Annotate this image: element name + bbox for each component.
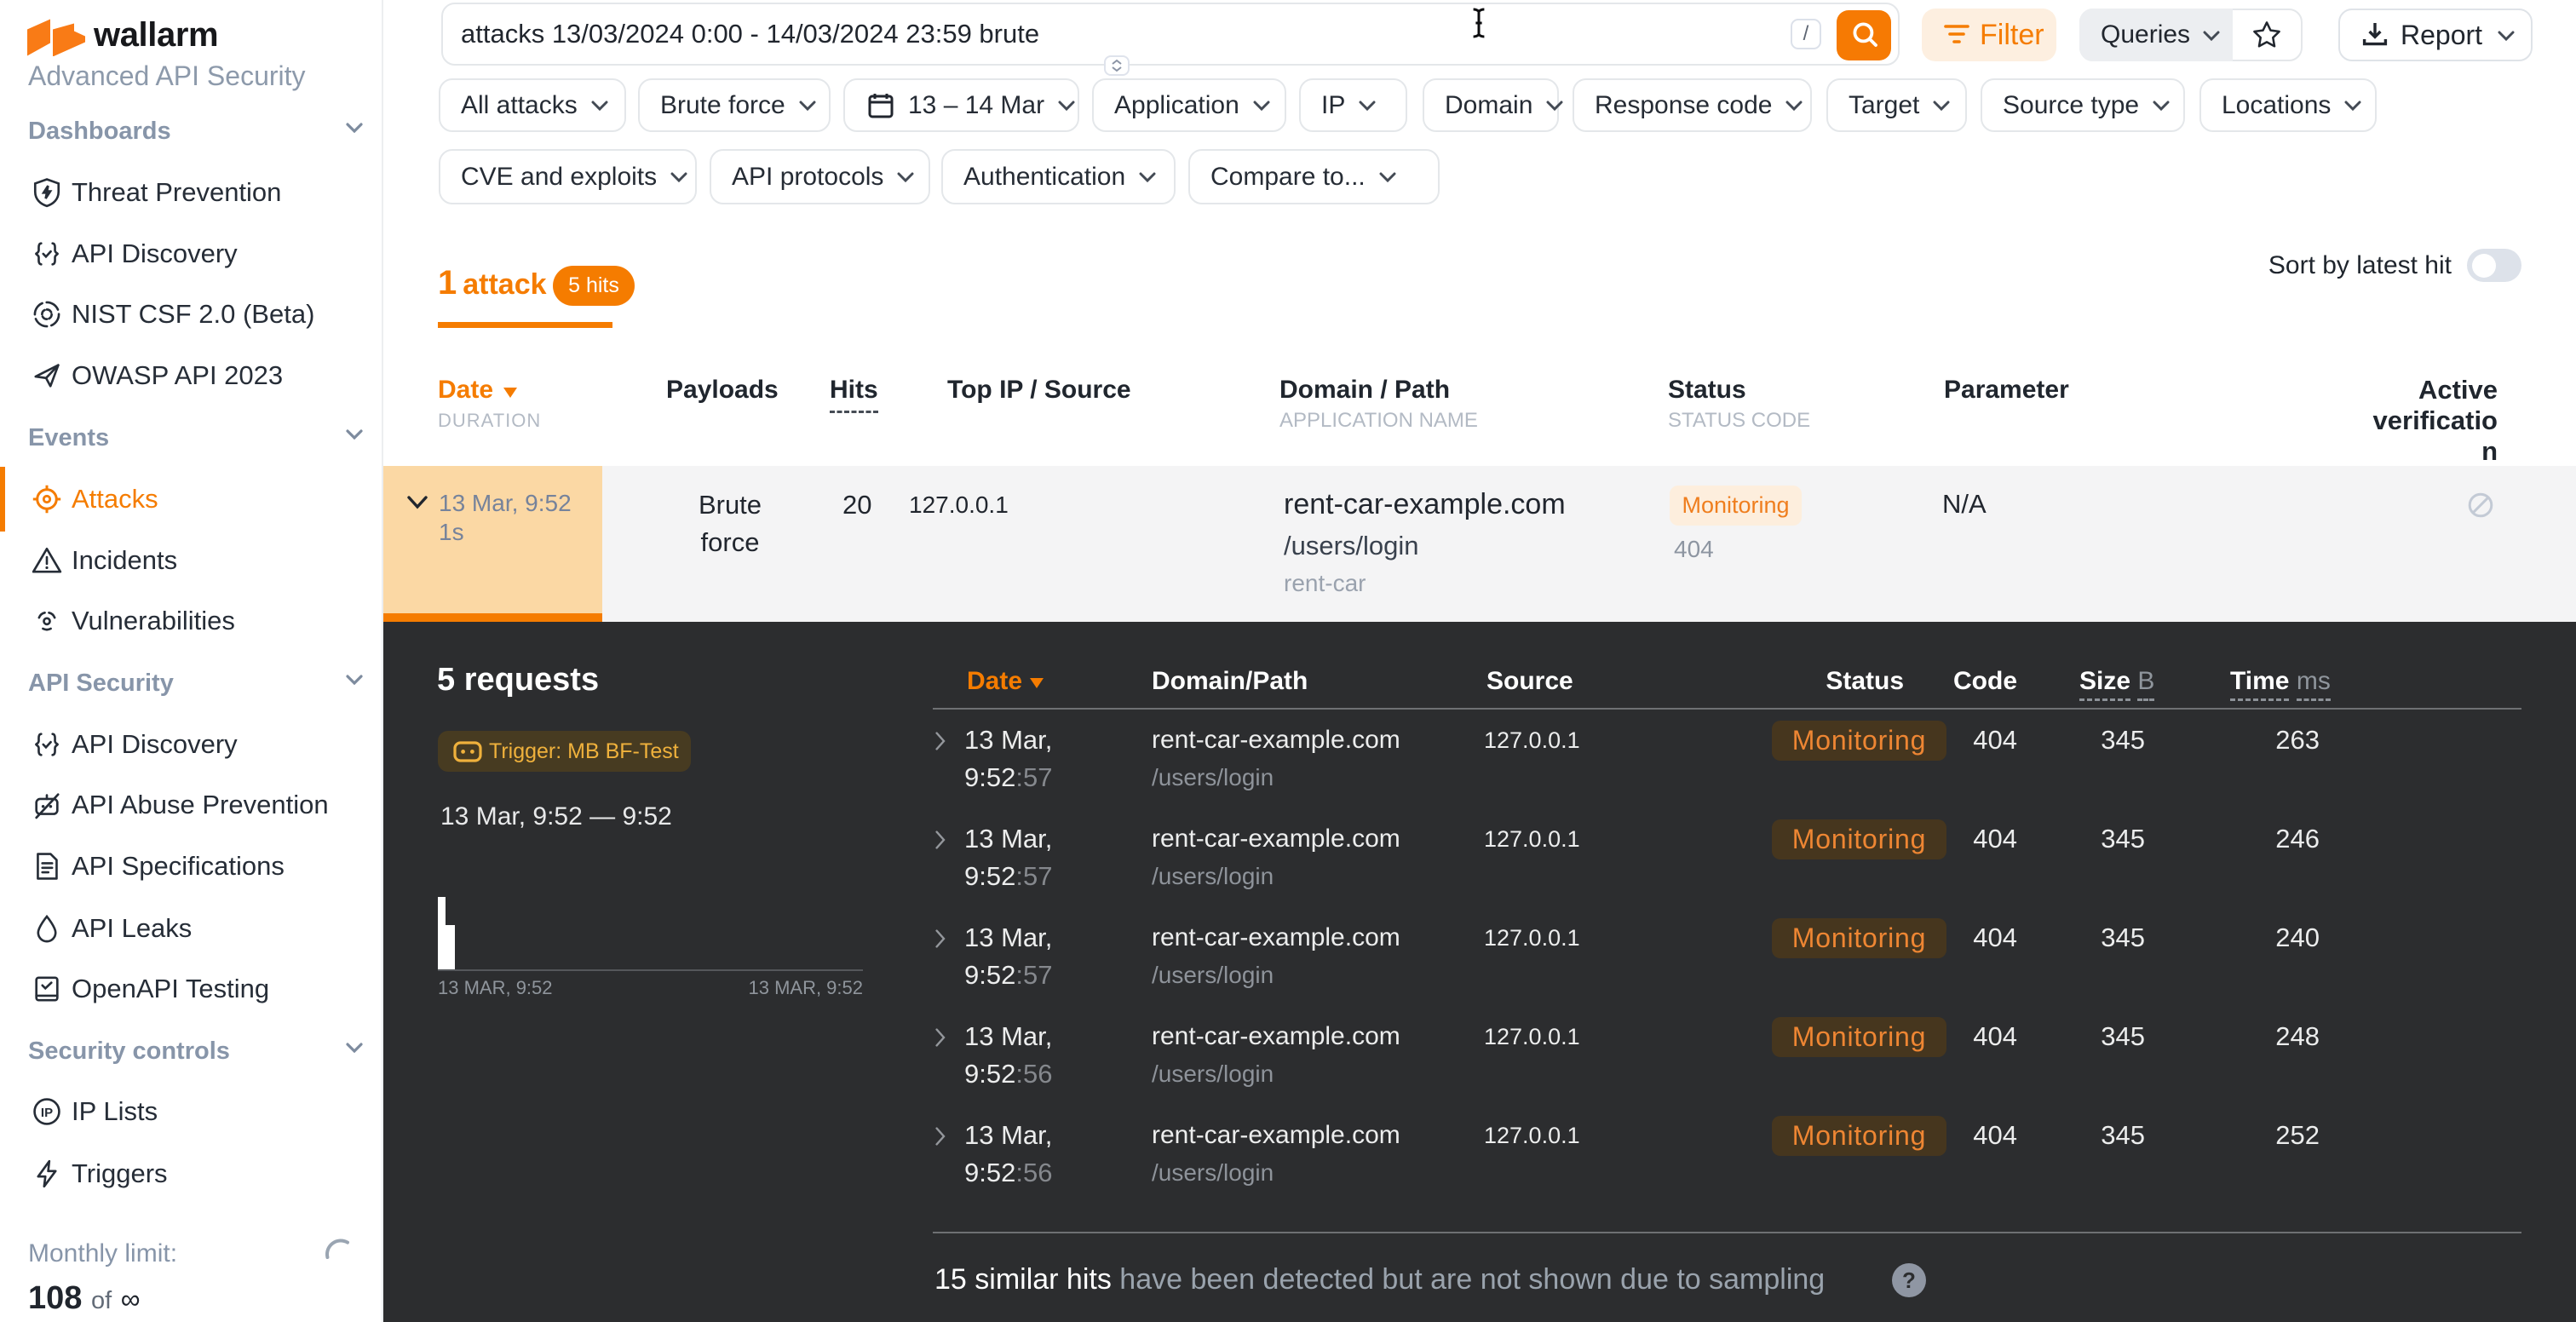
svg-text:IP: IP bbox=[41, 1106, 53, 1120]
